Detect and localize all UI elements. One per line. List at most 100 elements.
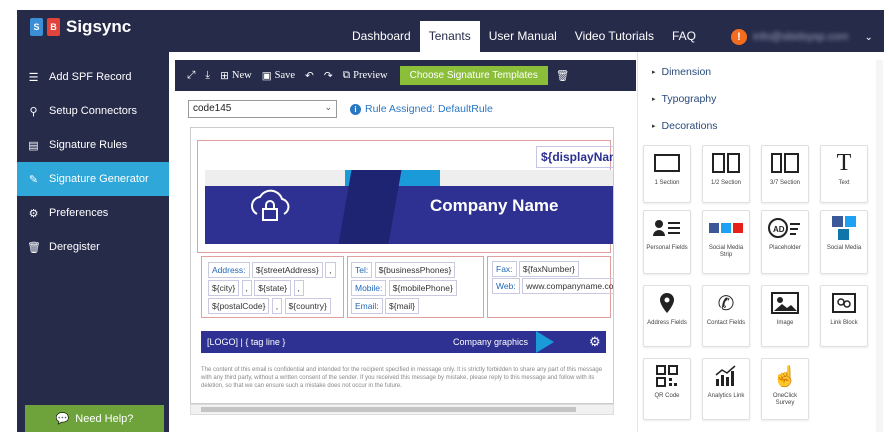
app-name: Sigsync	[66, 17, 132, 36]
save-button[interactable]: ▣ Save	[262, 70, 295, 82]
widget-label: Analytics Link	[707, 393, 745, 399]
user-email: info@sbidsysp.com	[753, 31, 849, 43]
widget-social-media[interactable]: Social Media	[820, 210, 868, 274]
tel-row: Tel: ${businessPhones}	[351, 262, 456, 278]
widget-oneclick-survey[interactable]: ☝ OneClick Survey	[761, 358, 809, 420]
widget-image[interactable]: Image	[761, 285, 809, 347]
widget-personal-fields[interactable]: Personal Fields	[643, 210, 691, 274]
redo-icon[interactable]: ↷	[324, 70, 333, 82]
street-field[interactable]: ${streetAddress}	[251, 262, 323, 278]
analytics-icon	[703, 359, 749, 393]
widget-label: Image	[776, 320, 794, 326]
web-field[interactable]: www.companyname.com	[522, 278, 613, 294]
chevron-right-icon: ▸	[652, 123, 656, 130]
email-row: Email: ${mail}	[351, 298, 419, 314]
horizontal-scrollbar[interactable]	[190, 404, 614, 415]
chevron-down-icon: ⌄	[324, 102, 332, 112]
widget-address-fields[interactable]: Address Fields	[643, 285, 691, 347]
nav-user-manual[interactable]: User Manual	[480, 21, 566, 52]
accordion-label: Dimension	[661, 66, 712, 78]
widget-text[interactable]: T Text	[820, 145, 868, 203]
rule-assigned-text: Rule Assigned: DefaultRule	[365, 103, 493, 115]
gears-icon: ⚙	[28, 207, 39, 220]
sidebar-item-signature-rules[interactable]: ▤ Signature Rules	[17, 128, 169, 162]
widget-placeholder[interactable]: AD Placeholder	[761, 210, 809, 274]
postal-field[interactable]: ${postalCode}	[208, 298, 270, 314]
display-name-placeholder[interactable]: ${displayName}	[536, 146, 613, 168]
logo-mark-b: B	[47, 18, 60, 36]
scroll-thumb[interactable]	[201, 407, 576, 412]
new-button[interactable]: ⊞ New	[220, 70, 252, 82]
expand-icon[interactable]: ⤢	[187, 70, 195, 82]
widget-1-section[interactable]: 1 Section	[643, 145, 691, 203]
sidebar-item-label: Deregister	[49, 241, 100, 253]
gear-icon[interactable]: ⚙	[589, 334, 601, 350]
list-icon: ☰	[28, 71, 39, 84]
widget-37-section[interactable]: 3/7 Section	[761, 145, 809, 203]
sidebar-item-preferences[interactable]: ⚙ Preferences	[17, 196, 169, 230]
vertical-scrollbar[interactable]	[876, 60, 883, 432]
widget-label: Social Media Strip	[708, 245, 744, 258]
address-row-1: Address: ${streetAddress} ,	[208, 262, 336, 278]
save-label: Save	[274, 70, 296, 81]
widget-half-section[interactable]: 1/2 Section	[702, 145, 750, 203]
sidebar-item-deregister[interactable]: 🗑 Deregister	[17, 230, 169, 264]
footer-bar[interactable]: [LOGO] | { tag line } Company graphics ⚙	[201, 331, 606, 353]
state-field[interactable]: ${state}	[254, 280, 292, 296]
disclaimer-text: The content of this email is confidentia…	[201, 367, 603, 389]
nav-video-tutorials[interactable]: Video Tutorials	[566, 21, 663, 52]
email-field[interactable]: ${mail}	[385, 298, 419, 314]
editor-toolbar: ⤢ ⤓ ⊞ New ▣ Save ↶ ↷ ⧉ Preview Choose Signa…	[175, 60, 636, 91]
logo-tagline: [LOGO] | { tag line }	[207, 337, 286, 347]
widget-label: Social Media	[826, 245, 862, 251]
delete-icon[interactable]: 🗑	[556, 69, 569, 82]
trash-icon: 🗑	[27, 241, 41, 254]
placeholder-icon: AD	[762, 211, 808, 245]
country-field[interactable]: ${country}	[284, 298, 331, 314]
nav-tenants[interactable]: Tenants	[419, 21, 480, 52]
sidebar-item-label: Preferences	[49, 207, 109, 219]
download-icon[interactable]: ⤓	[205, 70, 210, 82]
widget-analytics-link[interactable]: Analytics Link	[702, 358, 750, 420]
logo[interactable]: S B Sigsync	[30, 17, 131, 37]
preview-label: Preview	[353, 70, 388, 81]
widget-label: Link Block	[830, 320, 858, 326]
personal-fields-icon	[644, 211, 690, 245]
widget-qr-code[interactable]: QR Code	[643, 358, 691, 420]
mobile-field[interactable]: ${mobilePhone}	[388, 280, 457, 296]
undo-icon[interactable]: ↶	[305, 70, 314, 82]
text-icon: T	[836, 149, 852, 176]
widget-social-strip[interactable]: Social Media Strip	[702, 210, 750, 274]
company-banner[interactable]: Company Name	[205, 170, 613, 244]
widget-label: QR Code	[654, 393, 680, 399]
three-seven-section-icon	[762, 146, 808, 180]
accordion-decorations[interactable]: ▸ Decorations	[652, 120, 718, 132]
sidebar-item-setup-connectors[interactable]: ⚲ Setup Connectors	[17, 94, 169, 128]
fax-row: Fax: ${faxNumber}	[492, 261, 579, 277]
fax-field[interactable]: ${faxNumber}	[518, 261, 579, 277]
widget-link-block[interactable]: Link Block	[820, 285, 868, 347]
chevron-down-icon: ⌄	[864, 31, 873, 43]
tel-field[interactable]: ${businessPhones}	[374, 262, 456, 278]
signature-canvas[interactable]: ${displayName} Company Name Address: ${s…	[190, 127, 614, 404]
widget-contact-fields[interactable]: ✆ Contact Fields	[702, 285, 750, 347]
mobile-label: Mobile:	[351, 280, 387, 296]
click-icon: ☝	[772, 365, 798, 388]
preview-button[interactable]: ⧉ Preview	[343, 70, 388, 82]
comma-separator: ,	[293, 280, 304, 296]
qr-icon	[644, 359, 690, 393]
nav-faq[interactable]: FAQ	[663, 21, 705, 52]
nav-dashboard[interactable]: Dashboard	[343, 21, 420, 52]
choose-templates-button[interactable]: Choose Signature Templates	[399, 66, 548, 85]
accordion-typography[interactable]: ▸ Typography	[652, 93, 716, 105]
user-menu[interactable]: ! info@sbidsysp.com ⌄	[731, 29, 873, 45]
city-field[interactable]: ${city}	[208, 280, 240, 296]
sidebar-item-signature-generator[interactable]: ✎ Signature Generator	[17, 162, 169, 196]
tagline-placeholder: { tag line }	[245, 337, 286, 347]
need-help-button[interactable]: 💬 Need Help?	[25, 405, 164, 432]
chat-icon: 💬	[55, 413, 70, 425]
template-select[interactable]: code145 ⌄	[188, 100, 337, 118]
sidebar-item-add-spf[interactable]: ☰ Add SPF Record	[17, 60, 169, 94]
accordion-dimension[interactable]: ▸ Dimension	[652, 66, 711, 78]
widget-label: Text	[838, 180, 850, 186]
